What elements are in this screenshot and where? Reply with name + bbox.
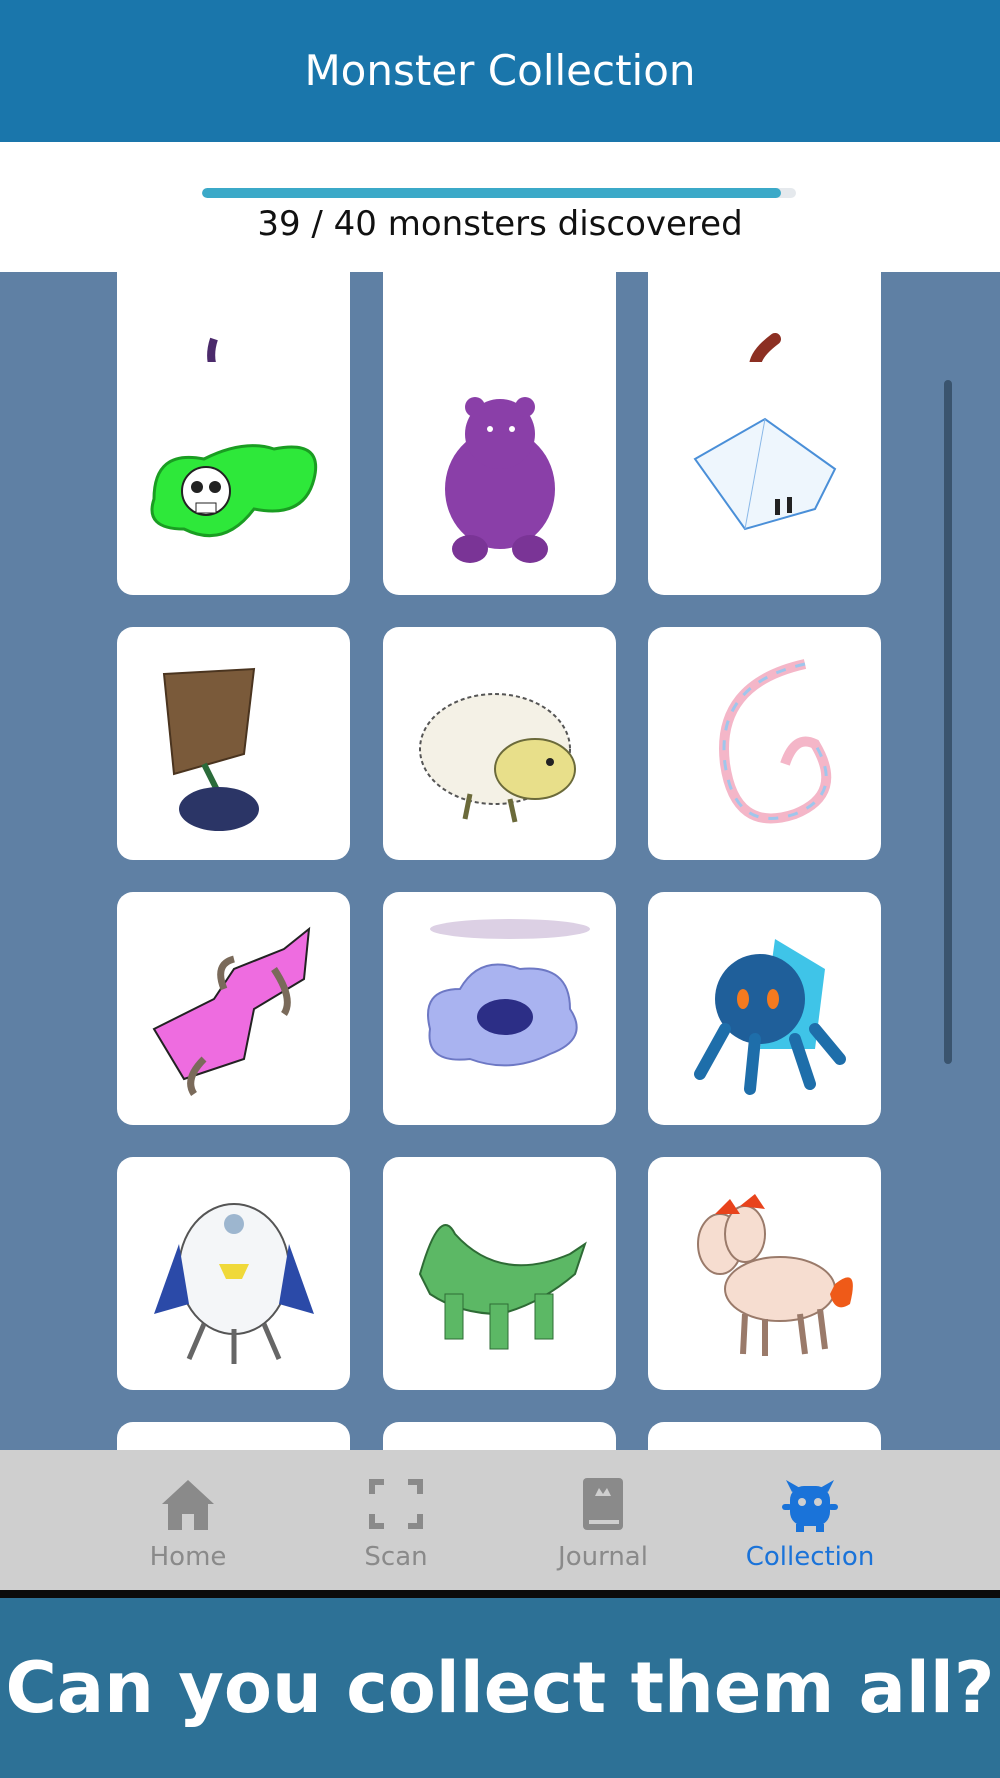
tab-scan[interactable]: Scan (291, 1450, 501, 1590)
monster-card[interactable] (648, 1422, 881, 1450)
home-icon (162, 1480, 214, 1530)
monster-card[interactable] (648, 627, 881, 860)
scrollbar[interactable] (944, 380, 952, 1064)
monster-card[interactable] (383, 1157, 616, 1390)
tab-journal[interactable]: Journal (498, 1450, 708, 1590)
blue-crystal-spider-icon (693, 938, 846, 1095)
divider (0, 1590, 1000, 1598)
promo-text: Can you collect them all? (5, 1647, 995, 1729)
monster-card[interactable] (383, 627, 616, 860)
penguin-robot-icon (153, 1202, 314, 1364)
monster-icon (782, 1480, 838, 1532)
progress-bar (202, 188, 796, 198)
monster-card[interactable] (648, 1157, 881, 1390)
monster-card[interactable] (383, 362, 616, 595)
page-title: Monster Collection (304, 45, 696, 95)
pink-worm-creature-icon (152, 926, 310, 1096)
monster-card[interactable] (648, 892, 881, 1125)
purple-bear-icon (444, 396, 555, 563)
yellow-hedgehog-icon (418, 692, 576, 823)
journal-icon (583, 1478, 623, 1530)
monster-card[interactable] (383, 892, 616, 1125)
ice-cube-creature-icon (693, 417, 836, 530)
tab-collection[interactable]: Collection (705, 1450, 915, 1590)
promo-banner: Can you collect them all? (0, 1598, 1000, 1778)
scan-icon (369, 1479, 423, 1529)
monster-card[interactable] (117, 362, 350, 595)
app-header: Monster Collection (0, 0, 1000, 142)
pastel-ribbon-snake-icon (718, 658, 831, 823)
progress-bar-fill (202, 188, 782, 198)
progress-panel: 39 / 40 monsters discovered (0, 142, 1000, 272)
tab-label: Collection (745, 1542, 875, 1572)
monster-card[interactable] (117, 892, 350, 1125)
monster-card[interactable] (117, 627, 350, 860)
lavender-blob-icon (665, 1439, 865, 1451)
monster-grid[interactable] (0, 272, 1000, 1450)
progress-label: 39 / 40 monsters discovered (257, 204, 743, 244)
monster-card[interactable] (117, 1157, 350, 1390)
tab-home[interactable]: Home (83, 1450, 293, 1590)
monster-card[interactable] (117, 1422, 350, 1450)
two-headed-fire-horse-icon (696, 1193, 853, 1356)
tab-label: Scan (364, 1542, 428, 1572)
monster-card[interactable] (383, 1422, 616, 1450)
tab-bar: Home Scan Journal Collection (0, 1450, 1000, 1590)
monster-card[interactable] (648, 362, 881, 595)
tab-label: Home (149, 1542, 227, 1572)
box-shell-beetle-icon (162, 667, 259, 831)
green-skull-slime-icon (150, 443, 317, 537)
lavender-cloud-icon (426, 918, 590, 1066)
tab-label: Journal (558, 1542, 648, 1572)
green-dragon-bridge-icon (418, 1223, 587, 1349)
